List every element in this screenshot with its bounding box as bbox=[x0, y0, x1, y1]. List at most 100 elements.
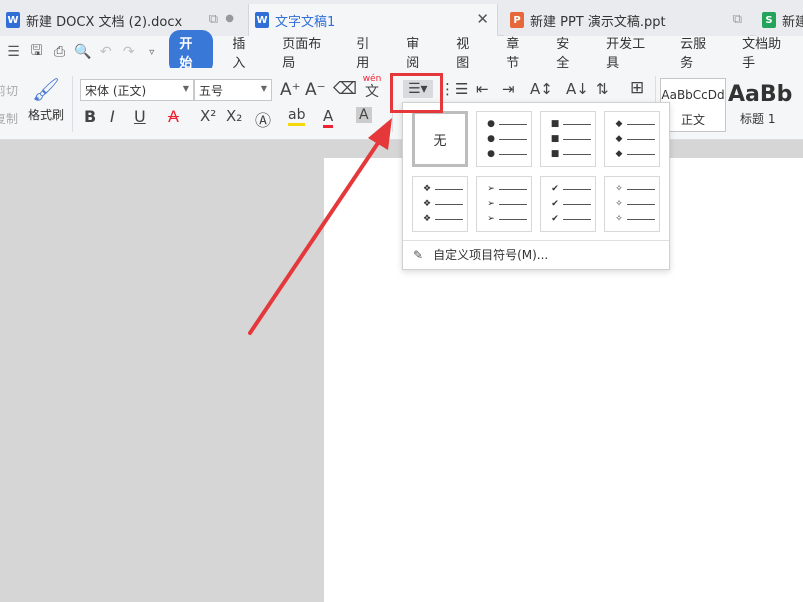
style-heading-1-name: 标题 1 bbox=[740, 112, 776, 126]
format-painter-label: 格式刷 bbox=[27, 108, 64, 122]
cut-button[interactable]: 剪切 bbox=[0, 82, 18, 99]
italic-icon[interactable]: I bbox=[110, 107, 115, 126]
menu-developer[interactable]: 开发工具 bbox=[593, 33, 667, 71]
style-normal-name: 正文 bbox=[680, 113, 705, 127]
diamond-bullet-icon: ◆ bbox=[615, 149, 623, 159]
pencil-icon: ✎ bbox=[413, 247, 424, 262]
tab-sheet-label: 新建 bbox=[782, 14, 803, 30]
square-bullet-icon: ■ bbox=[550, 134, 560, 144]
close-icon[interactable]: ✕ bbox=[476, 10, 489, 28]
font-name-value: 宋体 (正文) bbox=[85, 84, 147, 98]
bullet-option-arrow[interactable]: ➢ ➢ ➢ bbox=[476, 176, 532, 232]
bullet-option-check[interactable]: ✔ ✔ ✔ bbox=[540, 176, 596, 232]
style-heading-1-sample: AaBb bbox=[728, 81, 793, 107]
presentation-app-icon: P bbox=[510, 12, 524, 28]
style-heading-1[interactable]: AaBb 标题 1 bbox=[726, 78, 803, 132]
dropdown-divider bbox=[403, 240, 669, 241]
tab-ppt-label: 新建 PPT 演示文稿.ppt bbox=[530, 14, 666, 30]
text-effect-icon[interactable]: Ⓐ bbox=[255, 107, 271, 131]
line-spacing-icon[interactable]: ⇅ bbox=[596, 80, 609, 98]
dot-bullet-icon: ● bbox=[487, 149, 495, 159]
writer-app-icon: W bbox=[6, 12, 20, 28]
borders-icon[interactable]: ⊞ bbox=[630, 78, 644, 98]
underline-icon[interactable]: U bbox=[134, 107, 146, 126]
text-direction-icon[interactable]: A↕ bbox=[530, 80, 553, 98]
menu-section[interactable]: 章节 bbox=[493, 33, 543, 71]
menu-cloud[interactable]: 云服务 bbox=[667, 33, 729, 71]
tab-docx[interactable]: W 新建 DOCX 文档 (2).docx ⧉ ● bbox=[0, 4, 248, 36]
bullet-option-square[interactable]: ■ ■ ■ bbox=[540, 111, 596, 167]
menu-insert[interactable]: 插入 bbox=[219, 33, 269, 71]
print-preview-icon[interactable]: 🔍 bbox=[71, 44, 94, 60]
star-bullet-icon: ✧ bbox=[615, 199, 623, 209]
square-bullet-icon: ■ bbox=[550, 149, 560, 159]
writer-app-icon: W bbox=[255, 12, 269, 28]
strikethrough-icon[interactable]: A bbox=[168, 107, 179, 126]
copy-button[interactable]: 复制 bbox=[0, 110, 18, 127]
chevron-down-icon: ▼ bbox=[260, 84, 267, 93]
bullet-style-dropdown: 无 ● ● ● ■ ■ ■ ◆ ◆ ◆ ❖ ❖ ❖ ➢ ➢ ➢ ✔ ✔ ✔ ✧ … bbox=[402, 102, 670, 270]
spreadsheet-app-icon: S bbox=[762, 12, 776, 28]
undo-icon[interactable]: ↶ bbox=[94, 44, 117, 60]
fleuron-bullet-icon: ❖ bbox=[422, 199, 432, 209]
font-size-value: 五号 bbox=[199, 84, 224, 98]
grow-font-icon[interactable]: A⁺ bbox=[280, 80, 301, 100]
dot-icon[interactable]: ● bbox=[225, 13, 234, 24]
font-color-icon[interactable]: A bbox=[323, 107, 334, 128]
check-bullet-icon: ✔ bbox=[551, 199, 559, 209]
dot-bullet-icon: ● bbox=[487, 134, 495, 144]
bullet-option-dot[interactable]: ● ● ● bbox=[476, 111, 532, 167]
bullet-option-fleuron[interactable]: ❖ ❖ ❖ bbox=[412, 176, 468, 232]
highlight-icon[interactable]: ab bbox=[288, 107, 306, 126]
chevron-down-icon: ▼ bbox=[182, 84, 189, 93]
tab-sheet[interactable]: S 新建 bbox=[756, 4, 803, 36]
bold-icon[interactable]: B bbox=[84, 107, 96, 126]
custom-bullet-menu-item[interactable]: ✎ 自定义项目符号(M)... bbox=[413, 246, 548, 263]
menu-bar: ☰ 🖫 ⎙ 🔍 ↶ ↷ ▿ 开始 插入 页面布局 引用 审阅 视图 章节 安全 … bbox=[0, 30, 803, 74]
menu-view[interactable]: 视图 bbox=[443, 33, 493, 71]
font-name-select[interactable]: 宋体 (正文) ▼ bbox=[80, 79, 194, 101]
square-bullet-icon: ■ bbox=[550, 119, 560, 129]
star-bullet-icon: ✧ bbox=[615, 184, 623, 194]
bullet-option-star[interactable]: ✧ ✧ ✧ bbox=[604, 176, 660, 232]
ribbon-divider bbox=[72, 76, 73, 132]
customize-icon[interactable]: ▿ bbox=[140, 47, 163, 58]
shrink-font-icon[interactable]: A⁻ bbox=[305, 80, 326, 100]
increase-indent-icon[interactable]: ⇥ bbox=[502, 80, 515, 98]
save-icon[interactable]: 🖫 bbox=[25, 40, 48, 64]
bullet-option-diamond[interactable]: ◆ ◆ ◆ bbox=[604, 111, 660, 167]
superscript-icon[interactable]: X² bbox=[200, 107, 216, 125]
document-tab-bar: W 新建 DOCX 文档 (2).docx ⧉ ● W 文字文稿1 ✕ P 新建… bbox=[0, 0, 803, 36]
bullet-none-option[interactable]: 无 bbox=[412, 111, 468, 167]
phonetic-guide-button[interactable]: wén 文 bbox=[360, 74, 384, 101]
character-shading-icon[interactable]: A bbox=[356, 107, 372, 123]
numbered-list-icon[interactable]: ⋮☰ bbox=[440, 80, 468, 98]
star-bullet-icon: ✧ bbox=[615, 214, 623, 224]
screen-icon[interactable]: ⧉ bbox=[733, 12, 742, 27]
sort-icon[interactable]: A↓ bbox=[566, 80, 589, 98]
menu-page-layout[interactable]: 页面布局 bbox=[269, 33, 343, 71]
arrow-bullet-icon: ➢ bbox=[487, 199, 495, 209]
fleuron-bullet-icon: ❖ bbox=[422, 214, 432, 224]
screen-icon[interactable]: ⧉ bbox=[209, 12, 218, 27]
menu-doc-assistant[interactable]: 文档助手 bbox=[729, 33, 803, 71]
fleuron-bullet-icon: ❖ bbox=[422, 184, 432, 194]
bullet-none-label: 无 bbox=[433, 133, 447, 149]
font-size-select[interactable]: 五号 ▼ bbox=[194, 79, 272, 101]
print-icon[interactable]: ⎙ bbox=[48, 44, 71, 60]
menu-icon[interactable]: ☰ bbox=[2, 44, 25, 60]
menu-security[interactable]: 安全 bbox=[543, 33, 593, 71]
menu-references[interactable]: 引用 bbox=[343, 33, 393, 71]
check-bullet-icon: ✔ bbox=[551, 214, 559, 224]
clear-format-icon[interactable]: ⌫ bbox=[333, 79, 357, 99]
arrow-bullet-icon: ➢ bbox=[487, 184, 495, 194]
decrease-indent-icon[interactable]: ⇤ bbox=[476, 80, 489, 98]
menu-review[interactable]: 审阅 bbox=[393, 33, 443, 71]
subscript-icon[interactable]: X₂ bbox=[226, 107, 242, 125]
format-painter-button[interactable]: 🖌 格式刷 bbox=[26, 78, 66, 123]
phonetic-char: 文 bbox=[365, 84, 379, 100]
tab-docx-label: 新建 DOCX 文档 (2).docx bbox=[26, 14, 183, 30]
redo-icon[interactable]: ↷ bbox=[117, 44, 140, 60]
tab-wenzi[interactable]: W 文字文稿1 ✕ bbox=[248, 4, 498, 36]
tab-ppt[interactable]: P 新建 PPT 演示文稿.ppt ⧉ bbox=[504, 4, 750, 36]
